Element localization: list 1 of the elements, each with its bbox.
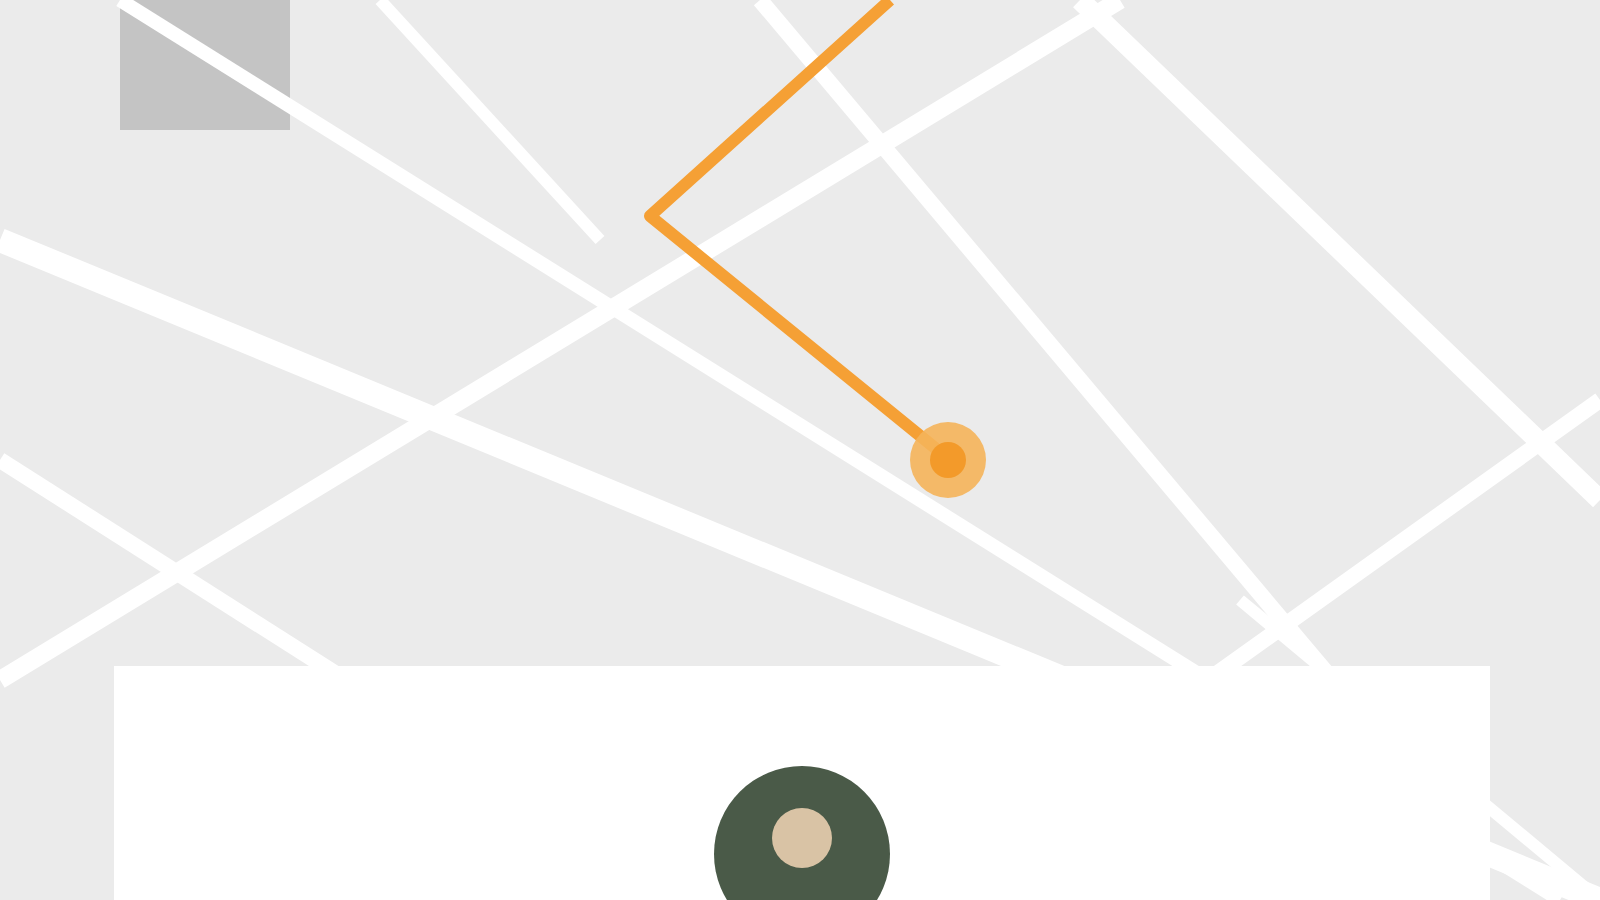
location-marker <box>910 422 986 498</box>
